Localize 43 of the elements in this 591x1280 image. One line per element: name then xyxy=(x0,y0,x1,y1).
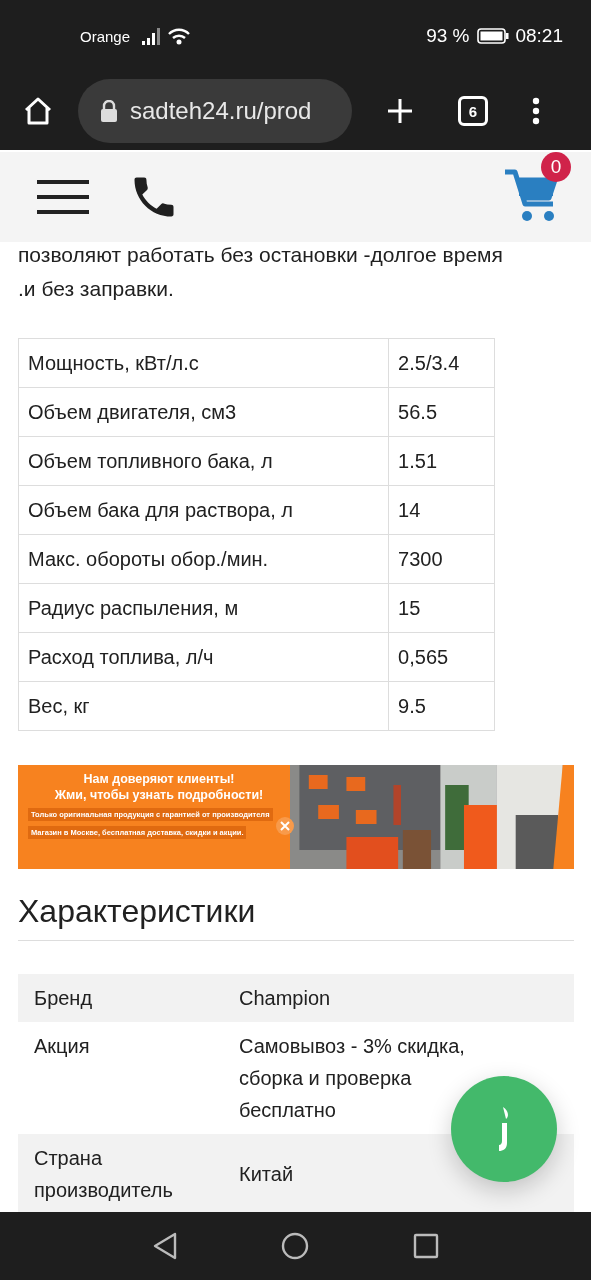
signal-icon xyxy=(142,27,163,45)
table-cell: Объем топливного бака, л xyxy=(18,436,389,486)
table-cell: Объем двигателя, см3 xyxy=(18,387,389,437)
lock-icon xyxy=(100,100,118,122)
home-button[interactable] xyxy=(22,95,54,127)
table-cell: Расход топлива, л/ч xyxy=(18,632,389,682)
table-cell: Китай xyxy=(239,1163,294,1185)
table-cell: Вес, кг xyxy=(18,681,389,731)
wifi-icon xyxy=(168,27,191,45)
table-cell: Champion xyxy=(239,987,331,1009)
new-tab-button[interactable] xyxy=(386,97,414,125)
table-cell: 0,565 xyxy=(388,632,495,682)
chat-logo-icon xyxy=(499,1107,509,1151)
battery-icon xyxy=(477,28,510,44)
battery-percent: 93 % xyxy=(426,25,470,47)
table-cell: 14 xyxy=(388,485,495,535)
table-cell: 2.5/3.4 xyxy=(388,338,495,388)
table-cell: 1.51 xyxy=(388,436,495,486)
cart-count-badge: 0 xyxy=(541,152,571,182)
table-cell: Самовывоз - 3% скидка, сборка и проверка бесплатно xyxy=(239,1035,465,1121)
table-cell: Акция xyxy=(18,1022,223,1134)
menu-button[interactable] xyxy=(532,97,540,125)
recent-apps-icon[interactable] xyxy=(413,1233,440,1259)
table-cell: 9.5 xyxy=(388,681,495,731)
table-cell: Бренд xyxy=(18,974,223,1022)
menu-icon[interactable] xyxy=(37,179,89,215)
table-cell: Радиус распыления, м xyxy=(18,583,389,633)
table-cell: 15 xyxy=(388,583,495,633)
section-heading: Характеристики xyxy=(18,893,574,941)
table-cell: 56.5 xyxy=(388,387,495,437)
back-icon[interactable] xyxy=(151,1232,178,1260)
banner-title: Нам доверяют клиенты! Жми, чтобы узнать подробности! xyxy=(53,771,265,803)
table-cell: Мощность, кВт/л.с xyxy=(18,338,389,388)
clock-time: 08:21 xyxy=(515,25,563,47)
address-bar[interactable]: sadteh24.ru/prod xyxy=(78,79,352,143)
home-icon[interactable] xyxy=(281,1232,310,1260)
tab-count-button[interactable]: 6 xyxy=(458,96,488,126)
description-text: позволяют работать без остановки -долгое время .и без заправки. xyxy=(18,242,504,302)
carrier-name: Orange xyxy=(80,27,131,45)
table-cell: 7300 xyxy=(388,534,495,584)
table-cell: Макс. обороты обор./мин. xyxy=(18,534,389,584)
table-cell: Объем бака для раствора, л xyxy=(18,485,389,535)
table-cell: Страна производитель xyxy=(18,1134,223,1212)
